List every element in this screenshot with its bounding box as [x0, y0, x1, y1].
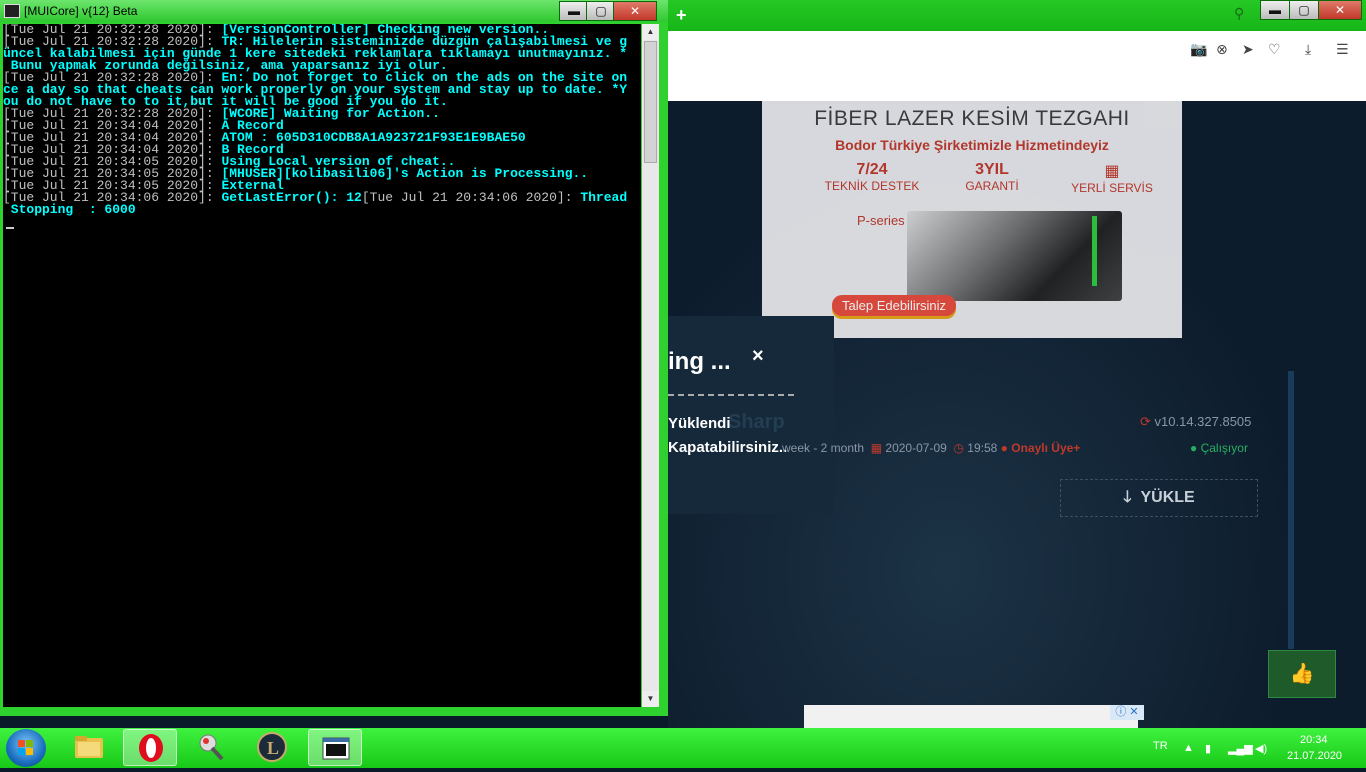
- ad-feature-service: ▦ YERLİ SERVİS: [1057, 161, 1167, 195]
- taskbar-console[interactable]: [308, 729, 362, 766]
- console-title-bar[interactable]: [MUICore] v{12} Beta ▬ ▢ ✕: [0, 0, 668, 22]
- clock-time[interactable]: 20:34: [1300, 734, 1328, 746]
- date-text: 2020-07-09: [885, 441, 947, 455]
- browser-close-button[interactable]: ✕: [1318, 0, 1362, 20]
- version-info: ⟳ v10.14.327.8505: [1140, 414, 1251, 430]
- product-name-ghost: Sharp: [728, 411, 785, 433]
- new-tab-button[interactable]: +: [676, 5, 687, 26]
- ad-feature-support: 7/24 TEKNİK DESTEK: [824, 161, 920, 193]
- alert-icon: ●: [1000, 441, 1008, 455]
- ad-cta-button[interactable]: Talep Edebilirsiniz: [832, 295, 957, 316]
- page-content: FİBER LAZER KESİM TEZGAHI Bodor Türkiye …: [668, 101, 1366, 728]
- browser-maximize-button[interactable]: ▢: [1289, 0, 1319, 20]
- laser-machine-image: [907, 211, 1122, 301]
- console-minimize-button[interactable]: ▬: [559, 1, 589, 21]
- console-scrollbar[interactable]: ▲ ▼: [642, 24, 659, 707]
- camera-icon[interactable]: 📷: [1190, 41, 1207, 58]
- tool-icon: [199, 734, 224, 761]
- arrow-down-icon: 🡓: [1123, 489, 1141, 506]
- opera-icon: [139, 734, 163, 762]
- thumbs-up-button[interactable]: 👍: [1268, 650, 1336, 698]
- ad-title: FİBER LAZER KESİM TEZGAHI: [814, 107, 1130, 130]
- menu-icon[interactable]: ☰: [1336, 41, 1349, 58]
- ad-subtitle: Bodor Türkiye Şirketimizle Hizmetindeyiz: [835, 137, 1109, 153]
- calendar-icon: ▦: [867, 441, 883, 455]
- building-icon: ▦: [1104, 163, 1120, 180]
- browser-window: + ⚲ ▬ ▢ ✕ 📷 ⊗ ➤ ♡ ⤓ ☰ FİBER LAZER KESİM …: [660, 0, 1366, 728]
- console-output[interactable]: [Tue Jul 21 20:32:28 2020]: [VersionCont…: [3, 24, 641, 707]
- show-hidden-icons-icon[interactable]: ▲: [1183, 742, 1194, 754]
- block-icon[interactable]: ⊗: [1216, 41, 1228, 58]
- league-icon: L: [257, 732, 287, 762]
- taskbar: L TR ▲ ▮ ▂▄▆ ◀) 20:34 21.07.2020: [0, 728, 1366, 768]
- console-title: [MUICore] v{12} Beta: [24, 4, 138, 18]
- console-window: [MUICore] v{12} Beta ▬ ▢ ✕ [Tue Jul 21 2…: [0, 0, 668, 716]
- signal-icon[interactable]: ▂▄▆: [1228, 742, 1253, 755]
- popup-title: ing ...: [668, 348, 731, 375]
- clock-date[interactable]: 21.07.2020: [1287, 750, 1342, 762]
- language-indicator[interactable]: TR: [1153, 740, 1168, 752]
- download-icon[interactable]: ⤓: [1305, 41, 1311, 58]
- browser-toolbar: 📷 ⊗ ➤ ♡ ⤓ ☰: [660, 31, 1366, 102]
- laser-machine-ad[interactable]: FİBER LAZER KESİM TEZGAHI Bodor Türkiye …: [762, 101, 1182, 338]
- vertical-divider: [1288, 371, 1294, 649]
- ad-series-label: P-series: [857, 213, 905, 228]
- windows-logo-icon: [18, 740, 34, 756]
- product-meta: week - 2 month ▦ 2020-07-09 ◷ 19:58 ● On…: [782, 441, 1080, 455]
- heart-icon[interactable]: ♡: [1268, 41, 1281, 58]
- refresh-icon: ⟳: [1140, 414, 1151, 429]
- text-cursor: [6, 227, 14, 229]
- send-icon[interactable]: ➤: [1242, 41, 1254, 58]
- console-icon: [322, 737, 350, 760]
- scroll-thumb[interactable]: [644, 41, 657, 163]
- svg-text:L: L: [267, 738, 279, 758]
- can-close-text: Kapatabilirsiniz..: [668, 439, 788, 456]
- time-text: 19:58: [967, 441, 998, 455]
- period-text: week - 2 month: [782, 441, 865, 455]
- adchoices-icon[interactable]: ⓘ ✕: [1110, 705, 1144, 720]
- console-line: Stopping : 6000: [3, 202, 136, 217]
- scroll-up-arrow-icon[interactable]: ▲: [642, 24, 659, 40]
- ad-feature-warranty: 3YIL GARANTİ: [965, 161, 1019, 193]
- status-text: Çalışıyor: [1200, 441, 1248, 455]
- taskbar-opera[interactable]: [123, 729, 177, 766]
- download-button[interactable]: 🡓 YÜKLE: [1060, 479, 1258, 517]
- loaded-text: Yüklendi: [668, 415, 731, 432]
- browser-minimize-button[interactable]: ▬: [1260, 0, 1290, 20]
- folder-icon: [75, 736, 103, 758]
- device-icon[interactable]: ▮: [1205, 742, 1211, 755]
- search-icon[interactable]: ⚲: [1234, 5, 1244, 22]
- bottom-ad-banner[interactable]: [804, 705, 1138, 728]
- taskbar-tool-app[interactable]: [184, 729, 238, 766]
- console-maximize-button[interactable]: ▢: [586, 1, 616, 21]
- taskbar-league-of-legends[interactable]: L: [245, 729, 299, 766]
- volume-icon[interactable]: ◀): [1255, 742, 1267, 755]
- clock-icon: ◷: [950, 441, 964, 455]
- status-badge: ● Çalışıyor: [1190, 441, 1248, 455]
- console-close-button[interactable]: ✕: [613, 1, 657, 21]
- start-button[interactable]: [6, 729, 46, 767]
- taskbar-file-explorer[interactable]: [62, 729, 116, 766]
- version-text: v10.14.327.8505: [1154, 414, 1252, 429]
- popup-close-button[interactable]: ×: [752, 345, 764, 368]
- scroll-down-arrow-icon[interactable]: ▼: [642, 691, 659, 707]
- role-text: Onaylı Üye+: [1011, 441, 1081, 455]
- console-app-icon: [4, 4, 20, 18]
- browser-tab-bar: + ⚲ ▬ ▢ ✕: [660, 0, 1366, 31]
- thumbs-up-icon: 👍: [1289, 663, 1315, 685]
- info-icon: ●: [1190, 441, 1198, 455]
